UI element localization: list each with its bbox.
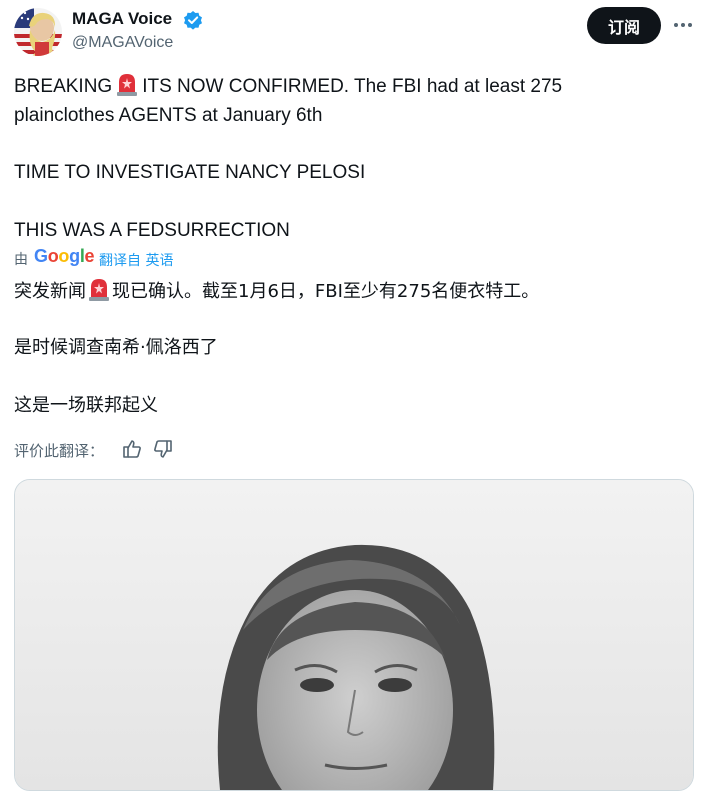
tweet-line-1-suffix: ITS NOW CONFIRMED. The FBI had at least …: [142, 76, 563, 97]
portrait-photo: [15, 480, 693, 790]
police-light-icon: [88, 277, 110, 301]
translated-by-label: 由: [14, 252, 28, 268]
display-name[interactable]: MAGA Voice: [72, 9, 172, 29]
rate-translation-label: 评价此翻译：: [14, 442, 105, 460]
tweet-line-2: plainclothes AGENTS at January 6th: [14, 105, 323, 126]
more-options-icon[interactable]: [672, 14, 694, 36]
translated-from-link[interactable]: 翻译自 英语: [99, 250, 173, 270]
translation-line-1-suffix: 现已确认。截至1月6日，FBI至少有275名便衣特工。: [112, 281, 540, 302]
verified-badge-icon: [183, 10, 203, 30]
tweet-line-3: TIME TO INVESTIGATE NANCY PELOSI: [14, 162, 366, 183]
tweet-line-1-prefix: BREAKING: [14, 76, 113, 97]
translation-line-2: 是时候调查南希·佩洛西了: [14, 337, 218, 358]
police-light-icon: [116, 72, 138, 96]
translation-line-1-prefix: 突发新闻: [14, 281, 86, 302]
tweet-line-1: BREAKING ITS NOW CONFIRMED. The FBI had a…: [14, 72, 562, 101]
google-logo: Google: [34, 246, 95, 266]
translation-line-1: 突发新闻 现已确认。截至1月6日，FBI至少有275名便衣特工。: [14, 277, 539, 305]
avatar[interactable]: [14, 8, 62, 56]
subscribe-button[interactable]: 订阅: [587, 7, 661, 44]
thumbs-down-icon[interactable]: [153, 439, 173, 459]
tweet-media[interactable]: [14, 479, 694, 791]
thumbs-up-icon[interactable]: [122, 439, 142, 459]
user-handle[interactable]: @MAGAVoice: [72, 33, 173, 53]
translation-line-3: 这是一场联邦起义: [14, 395, 158, 416]
tweet-line-4: THIS WAS A FEDSURRECTION: [14, 220, 290, 241]
avatar-image: [14, 8, 62, 56]
